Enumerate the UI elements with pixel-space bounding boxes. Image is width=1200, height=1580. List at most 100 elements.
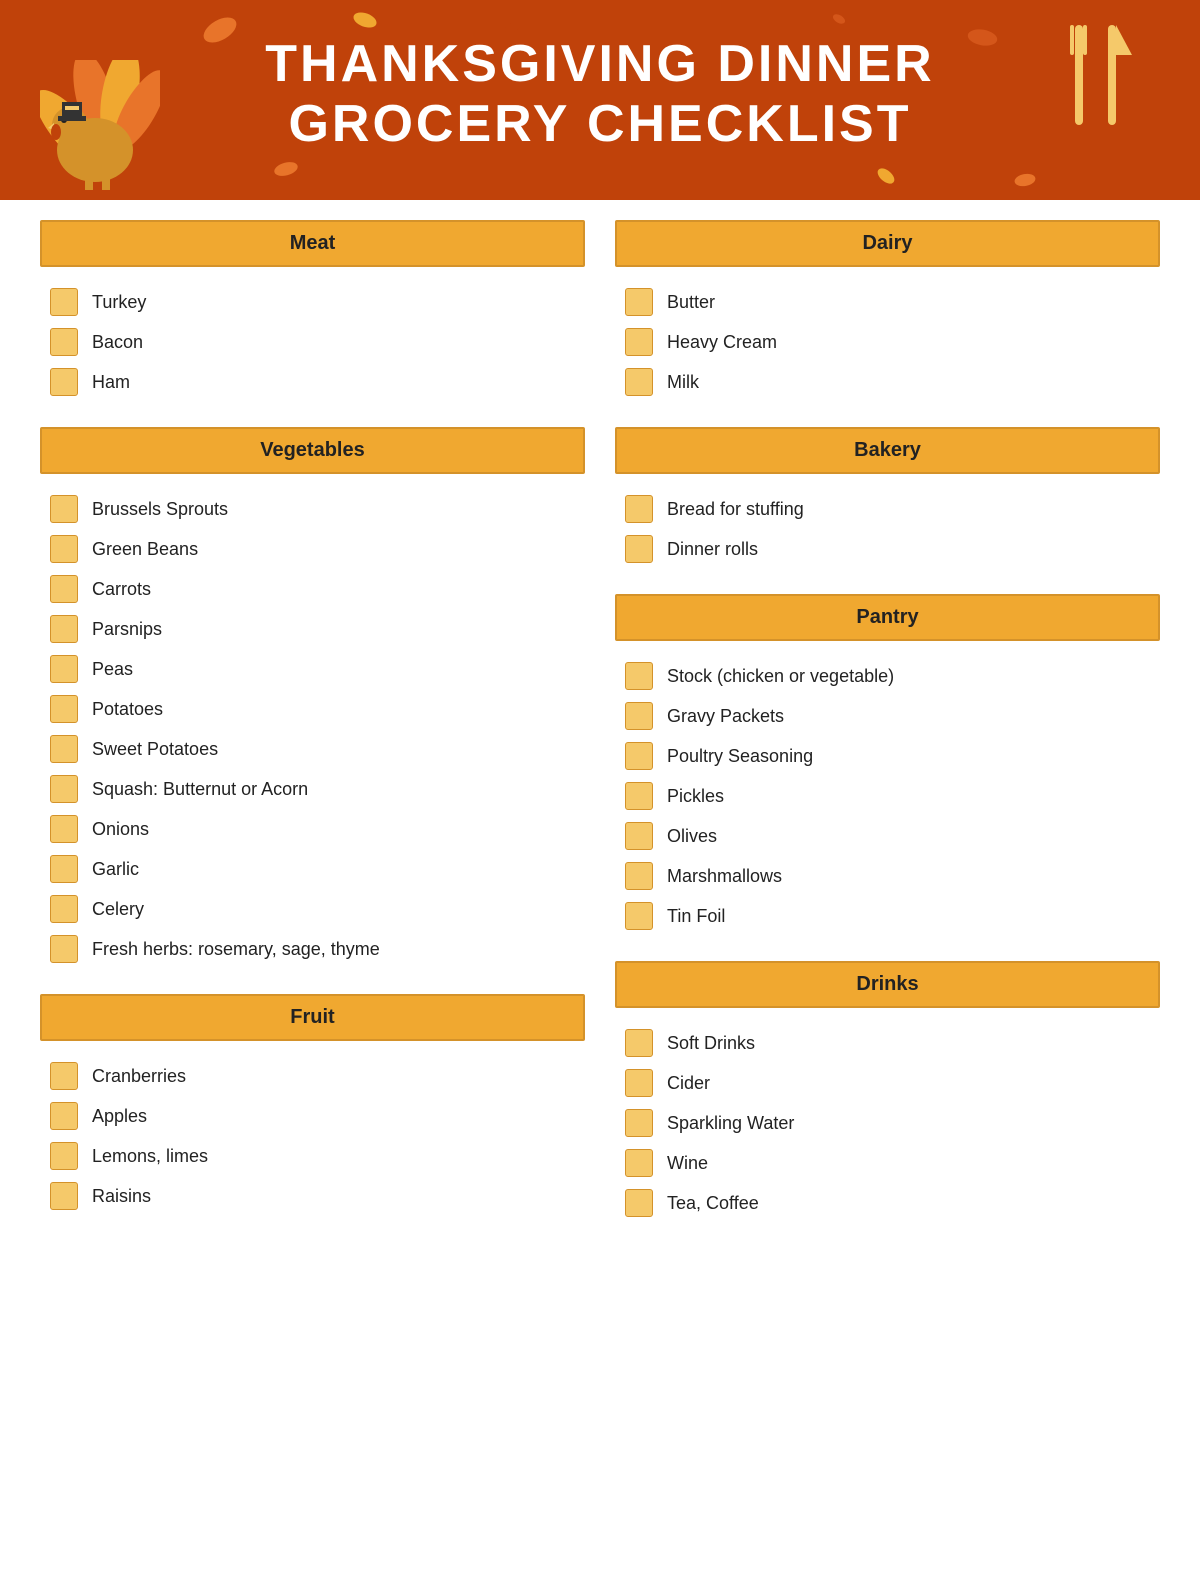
checkbox[interactable] (50, 1062, 78, 1090)
list-item[interactable]: Sweet Potatoes (40, 729, 585, 769)
checkbox[interactable] (625, 535, 653, 563)
checkbox[interactable] (625, 902, 653, 930)
list-item[interactable]: Gravy Packets (615, 696, 1160, 736)
checkbox[interactable] (625, 862, 653, 890)
list-item[interactable]: Potatoes (40, 689, 585, 729)
checkbox[interactable] (50, 735, 78, 763)
checkbox[interactable] (625, 782, 653, 810)
item-label: Sparkling Water (667, 1113, 794, 1134)
checkbox[interactable] (625, 495, 653, 523)
item-label: Fresh herbs: rosemary, sage, thyme (92, 939, 380, 960)
list-item[interactable]: Squash: Butternut or Acorn (40, 769, 585, 809)
item-label: Bread for stuffing (667, 499, 804, 520)
dairy-section: Dairy ButterHeavy CreamMilk (615, 220, 1160, 407)
checkbox[interactable] (625, 1109, 653, 1137)
checkbox[interactable] (50, 1102, 78, 1130)
list-item[interactable]: Heavy Cream (615, 322, 1160, 362)
list-item[interactable]: Parsnips (40, 609, 585, 649)
list-item[interactable]: Cranberries (40, 1056, 585, 1096)
item-label: Potatoes (92, 699, 163, 720)
list-item[interactable]: Turkey (40, 282, 585, 322)
bakery-section: Bakery Bread for stuffingDinner rolls (615, 427, 1160, 574)
checkbox[interactable] (625, 288, 653, 316)
list-item[interactable]: Tea, Coffee (615, 1183, 1160, 1223)
pantry-section: Pantry Stock (chicken or vegetable)Gravy… (615, 594, 1160, 941)
item-label: Squash: Butternut or Acorn (92, 779, 308, 800)
list-item[interactable]: Brussels Sprouts (40, 489, 585, 529)
checkbox[interactable] (50, 575, 78, 603)
vegetables-list: Brussels Sprouts Green Beans Carrots Parsni… (40, 484, 585, 974)
checkbox[interactable] (50, 495, 78, 523)
checkbox[interactable] (625, 1149, 653, 1177)
checkbox[interactable] (625, 328, 653, 356)
leaf-icon (200, 10, 240, 50)
list-item[interactable]: Butter (615, 282, 1160, 322)
checkbox[interactable] (625, 1029, 653, 1057)
list-item[interactable]: Dinner rolls (615, 529, 1160, 569)
list-item[interactable]: Milk (615, 362, 1160, 402)
item-label: Butter (667, 292, 715, 313)
list-item[interactable]: Raisins (40, 1176, 585, 1216)
item-label: Ham (92, 372, 130, 393)
checkbox[interactable] (625, 662, 653, 690)
checkbox[interactable] (50, 815, 78, 843)
item-label: Parsnips (92, 619, 162, 640)
item-label: Lemons, limes (92, 1146, 208, 1167)
list-item[interactable]: Pickles (615, 776, 1160, 816)
list-item[interactable]: Lemons, limes (40, 1136, 585, 1176)
checkbox[interactable] (50, 855, 78, 883)
list-item[interactable]: Tin Foil (615, 896, 1160, 936)
checkbox[interactable] (50, 615, 78, 643)
list-item[interactable]: Green Beans (40, 529, 585, 569)
item-label: Green Beans (92, 539, 198, 560)
list-item[interactable]: Ham (40, 362, 585, 402)
checkbox[interactable] (50, 695, 78, 723)
checkbox[interactable] (625, 1189, 653, 1217)
checkbox[interactable] (625, 1069, 653, 1097)
list-item[interactable]: Onions (40, 809, 585, 849)
checkbox[interactable] (50, 1142, 78, 1170)
vegetables-section: Vegetables Brussels SproutsGreen BeansCa… (40, 427, 585, 974)
checkbox[interactable] (625, 742, 653, 770)
item-label: Milk (667, 372, 699, 393)
list-item[interactable]: Bacon (40, 322, 585, 362)
item-label: Garlic (92, 859, 139, 880)
checkbox[interactable] (50, 368, 78, 396)
list-item[interactable]: Apples (40, 1096, 585, 1136)
checkbox[interactable] (50, 1182, 78, 1210)
checkbox[interactable] (50, 328, 78, 356)
list-item[interactable]: Cider (615, 1063, 1160, 1103)
list-item[interactable]: Fresh herbs: rosemary, sage, thyme (40, 929, 585, 969)
list-item[interactable]: Celery (40, 889, 585, 929)
checkbox[interactable] (625, 702, 653, 730)
checkbox[interactable] (625, 822, 653, 850)
item-label: Carrots (92, 579, 151, 600)
utensils-icon (1060, 15, 1150, 155)
list-item[interactable]: Olives (615, 816, 1160, 856)
list-item[interactable]: Garlic (40, 849, 585, 889)
checkbox[interactable] (625, 368, 653, 396)
list-item[interactable]: Sparkling Water (615, 1103, 1160, 1143)
leaf-icon (350, 5, 380, 35)
list-item[interactable]: Wine (615, 1143, 1160, 1183)
leaf-icon (965, 20, 1000, 55)
list-item[interactable]: Peas (40, 649, 585, 689)
turkey-icon (40, 60, 160, 190)
leaf-icon (1010, 165, 1040, 195)
checkbox[interactable] (50, 535, 78, 563)
item-label: Pickles (667, 786, 724, 807)
checkbox[interactable] (50, 895, 78, 923)
checkbox[interactable] (50, 655, 78, 683)
list-item[interactable]: Marshmallows (615, 856, 1160, 896)
item-label: Poultry Seasoning (667, 746, 813, 767)
checkbox[interactable] (50, 935, 78, 963)
list-item[interactable]: Carrots (40, 569, 585, 609)
list-item[interactable]: Poultry Seasoning (615, 736, 1160, 776)
list-item[interactable]: Stock (chicken or vegetable) (615, 656, 1160, 696)
meat-header: Meat (40, 220, 585, 267)
checkbox[interactable] (50, 288, 78, 316)
list-item[interactable]: Soft Drinks (615, 1023, 1160, 1063)
checkbox[interactable] (50, 775, 78, 803)
list-item[interactable]: Bread for stuffing (615, 489, 1160, 529)
item-label: Turkey (92, 292, 146, 313)
